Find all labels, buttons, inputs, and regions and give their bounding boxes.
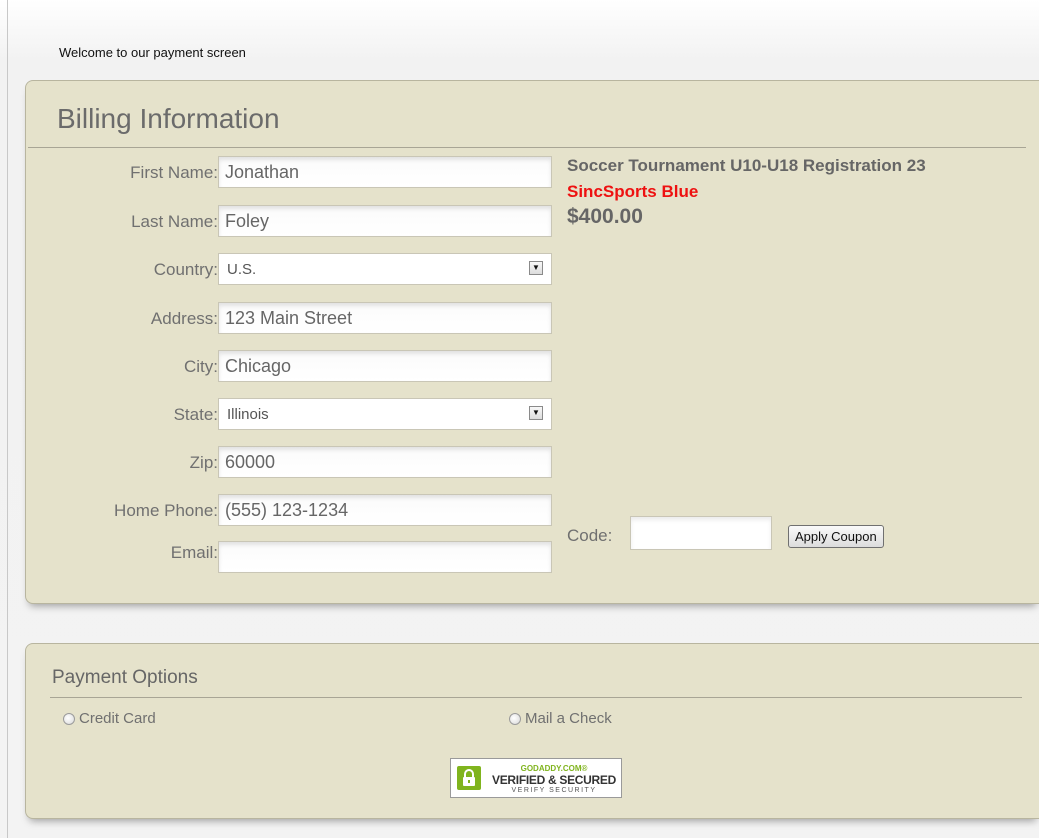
- billing-panel: Billing Information First Name: Last Nam…: [25, 80, 1039, 604]
- coupon-code-label: Code:: [567, 526, 613, 545]
- credit-card-option[interactable]: Credit Card: [63, 710, 156, 727]
- address-input[interactable]: [218, 302, 552, 334]
- state-label: State:: [173, 405, 218, 424]
- chevron-down-icon[interactable]: ▼: [529, 261, 543, 275]
- mail-check-label[interactable]: Mail a Check: [525, 710, 612, 727]
- email-label: Email:: [170, 543, 218, 562]
- welcome-message: Welcome to our payment screen: [59, 45, 246, 60]
- seal-brand: GODADDY.COM®: [520, 764, 588, 773]
- mail-check-option[interactable]: Mail a Check: [509, 710, 612, 727]
- country-selected-value: U.S.: [227, 261, 257, 278]
- seal-subtext: VERIFY SECURITY: [511, 787, 597, 794]
- home-phone-input[interactable]: [218, 494, 552, 526]
- left-border: [7, 0, 8, 838]
- event-price: $400.00: [567, 205, 643, 228]
- billing-title: Billing Information: [57, 103, 280, 134]
- first-name-label: First Name:: [130, 163, 218, 182]
- billing-divider: [28, 147, 1026, 148]
- last-name-input[interactable]: [218, 205, 552, 237]
- payment-divider: [50, 697, 1022, 698]
- payment-title: Payment Options: [52, 667, 198, 688]
- security-seal[interactable]: GODADDY.COM® VERIFIED & SECURED VERIFY S…: [450, 758, 622, 798]
- apply-coupon-button[interactable]: Apply Coupon: [788, 525, 884, 548]
- last-name-label: Last Name:: [131, 212, 218, 231]
- event-title: Soccer Tournament U10-U18 Registration 2…: [567, 156, 926, 175]
- city-label: City:: [184, 357, 218, 376]
- seal-headline: VERIFIED & SECURED: [492, 773, 616, 787]
- chevron-down-icon[interactable]: ▼: [529, 406, 543, 420]
- state-select[interactable]: Illinois ▼: [218, 398, 552, 430]
- email-input[interactable]: [218, 541, 552, 573]
- first-name-input[interactable]: [218, 156, 552, 188]
- mail-check-radio[interactable]: [509, 712, 521, 725]
- state-selected-value: Illinois: [227, 406, 269, 423]
- country-label: Country:: [153, 260, 218, 279]
- country-select[interactable]: U.S. ▼: [218, 253, 552, 285]
- credit-card-label[interactable]: Credit Card: [79, 710, 156, 727]
- home-phone-label: Home Phone:: [114, 501, 218, 520]
- lock-icon: [457, 766, 481, 790]
- coupon-code-input[interactable]: [630, 516, 772, 550]
- payment-page: Welcome to our payment screen Billing In…: [0, 0, 1039, 838]
- address-label: Address:: [150, 309, 218, 328]
- credit-card-radio[interactable]: [63, 712, 75, 725]
- city-input[interactable]: [218, 350, 552, 382]
- zip-input[interactable]: [218, 446, 552, 478]
- payment-panel: Payment Options Credit Card Mail a Check…: [25, 643, 1039, 819]
- team-name: SincSports Blue: [567, 182, 699, 201]
- zip-label: Zip:: [189, 453, 218, 472]
